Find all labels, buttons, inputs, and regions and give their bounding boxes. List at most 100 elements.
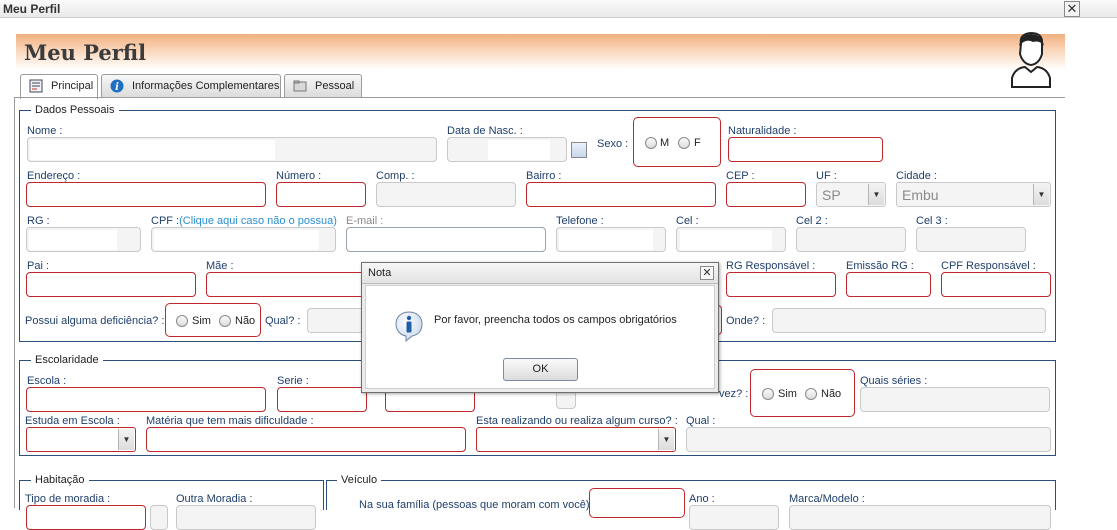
- naturalidade-input[interactable]: [728, 137, 883, 162]
- tab-pessoal[interactable]: Pessoal: [284, 74, 362, 97]
- label-bairro: Bairro :: [526, 170, 562, 182]
- label-marca-modelo: Marca/Modelo :: [789, 493, 865, 505]
- sexo-m-radio[interactable]: [645, 137, 657, 149]
- dialog-close-button[interactable]: ✕: [700, 266, 714, 280]
- page-header: Meu Perfil: [16, 34, 1065, 70]
- calendar-icon[interactable]: [571, 142, 587, 158]
- escola-input[interactable]: [26, 387, 266, 412]
- label-outra-moradia: Outra Moradia :: [176, 493, 253, 505]
- curso-select[interactable]: ▼: [476, 427, 676, 452]
- rg-responsavel-input[interactable]: [726, 272, 836, 297]
- tipo-moradia-select[interactable]: [26, 505, 146, 530]
- label-naturalidade: Naturalidade :: [728, 125, 797, 137]
- tab-principal-label: Principal: [51, 80, 94, 92]
- repetiu-sim-radio[interactable]: [762, 388, 774, 400]
- uf-value: SP: [822, 187, 841, 203]
- chevron-down-icon[interactable]: ▼: [868, 184, 884, 205]
- label-deficiencia: Possui alguma deficiência? :: [25, 315, 165, 327]
- veiculo-radio-group: [589, 488, 685, 518]
- label-comp: Comp. :: [376, 170, 415, 182]
- sexo-f-radio[interactable]: [678, 137, 690, 149]
- cidade-select[interactable]: Embu ▼: [896, 182, 1051, 207]
- label-qual-deficiencia: Qual? :: [265, 315, 301, 327]
- bairro-input[interactable]: [526, 182, 716, 207]
- endereco-input[interactable]: [26, 182, 266, 207]
- window-close-button[interactable]: ✕: [1064, 1, 1080, 17]
- repetiu-sim-label: Sim: [778, 388, 797, 400]
- label-mae: Mãe :: [206, 260, 234, 272]
- cpf-help-link[interactable]: (Clique aqui caso não o possua): [179, 215, 337, 227]
- label-pai: Pai :: [27, 260, 50, 272]
- label-quais-series: Quais séries :: [860, 375, 928, 387]
- mae-input[interactable]: [206, 272, 366, 297]
- label-cpf-text: CPF :: [151, 215, 180, 227]
- outra-moradia-input[interactable]: [176, 505, 316, 530]
- data-nasc-value-redacted: [488, 140, 550, 160]
- label-estuda-em-escola: Estuda em Escola :: [25, 415, 120, 427]
- cel2-input[interactable]: [796, 227, 906, 252]
- label-tipo-moradia: Tipo de moradia :: [25, 493, 111, 505]
- dialog-titlebar: Nota ✕: [362, 263, 718, 284]
- tab-pessoal-label: Pessoal: [315, 80, 355, 92]
- label-cep: CEP :: [726, 170, 755, 182]
- label-cel3: Cel 3 :: [916, 215, 948, 227]
- email-input[interactable]: [346, 227, 546, 252]
- repetiu-nao-radio[interactable]: [805, 388, 817, 400]
- cep-input[interactable]: [726, 182, 806, 207]
- qual-deficiencia-input[interactable]: [307, 308, 367, 333]
- legend-habitacao: Habitação: [31, 474, 89, 486]
- label-email: E-mail :: [346, 215, 384, 227]
- ano-input[interactable]: [689, 505, 779, 530]
- estuda-em-escola-select[interactable]: ▼: [26, 427, 136, 452]
- label-uf: UF :: [816, 170, 837, 182]
- tab-informacoes-label: Informações Complementares: [132, 80, 280, 92]
- cel-value-redacted: [680, 230, 772, 250]
- chevron-down-icon[interactable]: ▼: [1033, 184, 1049, 205]
- label-ano: Ano :: [689, 493, 715, 505]
- info-speech-bubble-icon: [395, 311, 423, 342]
- serie-input[interactable]: [277, 387, 367, 412]
- materia-input[interactable]: [146, 427, 466, 452]
- onde-input[interactable]: [772, 308, 1046, 333]
- cel3-input[interactable]: [916, 227, 1026, 252]
- label-cpf-responsavel: CPF Responsável :: [941, 260, 1036, 272]
- dialog-message: Por favor, preencha todos os campos obri…: [434, 314, 677, 326]
- cpf-responsavel-input[interactable]: [941, 272, 1051, 297]
- tab-informacoes-complementares[interactable]: i Informações Complementares: [101, 74, 281, 97]
- dialog-body: Por favor, preencha todos os campos obri…: [365, 285, 715, 389]
- tab-principal[interactable]: Principal: [20, 74, 98, 99]
- label-cel2: Cel 2 :: [796, 215, 828, 227]
- uf-select[interactable]: SP ▼: [816, 182, 886, 207]
- label-repetiu-vez: vez? :: [719, 388, 749, 400]
- marca-modelo-input[interactable]: [789, 505, 1051, 530]
- label-data-nasc: Data de Nasc. :: [447, 125, 523, 137]
- label-emissao-rg: Emissão RG :: [846, 260, 914, 272]
- legend-veiculo: Veículo: [337, 474, 382, 486]
- page-title: Meu Perfil: [24, 40, 147, 65]
- label-nome: Nome :: [27, 125, 63, 137]
- label-endereco: Endereço :: [27, 170, 81, 182]
- label-cel: Cel :: [676, 215, 699, 227]
- user-avatar-icon: [1011, 32, 1051, 88]
- deficiencia-nao-radio[interactable]: [219, 315, 231, 327]
- legend-escolaridade: Escolaridade: [31, 354, 103, 366]
- qual-curso-input[interactable]: [686, 427, 1051, 452]
- label-escola: Escola :: [27, 375, 67, 387]
- label-sexo: Sexo :: [597, 138, 629, 150]
- ok-button[interactable]: OK: [503, 358, 578, 381]
- quais-series-input[interactable]: [860, 387, 1050, 412]
- label-na-sua-familia: Na sua família (pessoas que moram com vo…: [359, 499, 590, 511]
- comp-input[interactable]: [376, 182, 516, 207]
- pai-input[interactable]: [26, 272, 196, 297]
- window-title: Meu Perfil: [3, 2, 61, 16]
- repetiu-nao-label: Não: [821, 388, 842, 400]
- label-materia: Matéria que tem mais dificuldade :: [146, 415, 314, 427]
- tipo-moradia-arrow[interactable]: [150, 505, 168, 530]
- emissao-rg-input[interactable]: [846, 272, 931, 297]
- sexo-f-label: F: [694, 137, 701, 149]
- chevron-down-icon[interactable]: ▼: [658, 429, 674, 450]
- deficiencia-sim-radio[interactable]: [176, 315, 188, 327]
- chevron-down-icon[interactable]: ▼: [118, 429, 134, 450]
- nome-value-redacted: [30, 140, 275, 160]
- numero-input[interactable]: [276, 182, 366, 207]
